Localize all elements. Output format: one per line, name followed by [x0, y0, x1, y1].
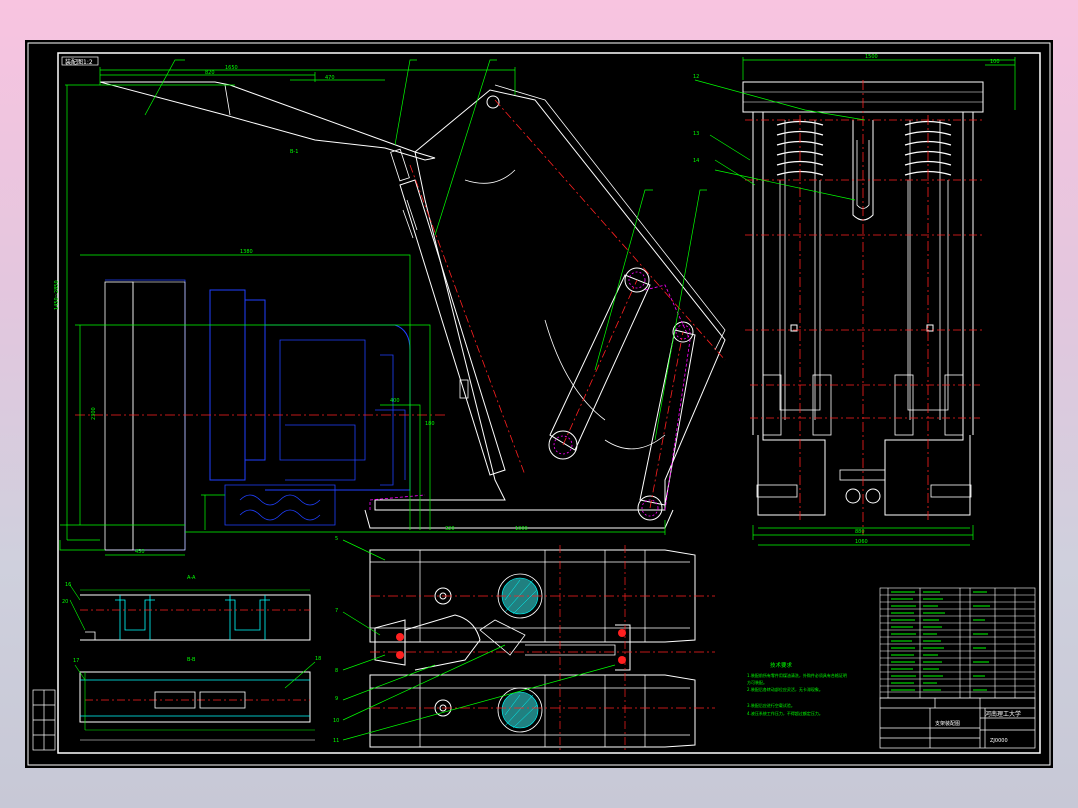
parts-list [879, 587, 1036, 699]
outer-frame [27, 42, 1051, 766]
svg-text:16: 16 [65, 582, 71, 588]
svg-text:1450~2850: 1450~2850 [54, 280, 60, 310]
left-strip [32, 689, 56, 751]
svg-text:10: 10 [333, 718, 339, 724]
svg-text:12: 12 [693, 74, 699, 80]
tech-req-line-5: 4.液压系统工作压力，不得超过额定压力。 [747, 710, 823, 716]
svg-text:7: 7 [335, 608, 338, 614]
svg-text:20: 20 [62, 599, 68, 605]
svg-text:820: 820 [205, 70, 215, 76]
svg-text:8: 8 [335, 668, 338, 674]
svg-text:880: 880 [855, 529, 865, 535]
section-aa: A-A [69, 575, 311, 641]
svg-text:11: 11 [333, 738, 339, 744]
drawing-canvas: 装配图1:2 1650 820 470 B-1 1380 1450~2850 2… [27, 42, 1051, 766]
main-view-dim-text: 1650 820 470 B-1 1380 1450~2850 2300 400… [54, 65, 528, 555]
technical-requirements: 技术要求 1.装配前所有零件用煤油清洗，外购件必须具有合格证明 方可装配。 2.… [747, 661, 847, 716]
section-bb: B-B [74, 657, 316, 741]
front-view [742, 80, 985, 535]
svg-text:13: 13 [693, 131, 699, 137]
svg-text:5: 5 [335, 536, 338, 542]
svg-text:320: 320 [445, 526, 455, 532]
svg-text:17: 17 [73, 658, 79, 664]
svg-text:470: 470 [325, 75, 335, 81]
svg-text:18: 18 [315, 656, 321, 662]
svg-text:B-1: B-1 [290, 149, 298, 155]
svg-text:1500: 1500 [865, 54, 878, 60]
plan-view [369, 545, 715, 750]
svg-text:400: 400 [390, 398, 400, 404]
svg-text:1650: 1650 [225, 65, 238, 71]
parts-list-fill [891, 591, 990, 691]
corner-label: 装配图1:2 [61, 56, 99, 66]
plan-view-leaders [342, 539, 616, 741]
tech-req-heading: 技术要求 [770, 661, 793, 669]
section-bb-numbers: 17 18 [73, 656, 321, 664]
cad-viewport[interactable]: 装配图1:2 1650 820 470 B-1 1380 1450~2850 2… [25, 40, 1053, 768]
plan-view-numbers: 5 7 8 9 10 11 [333, 536, 339, 744]
svg-text:100: 100 [990, 59, 1000, 65]
tech-req-line-4: 3.装配后应进行空载试验。 [747, 702, 795, 708]
section-bb-label: B-B [187, 657, 196, 663]
main-side-view [75, 81, 726, 551]
section-aa-numbers: 16 20 [62, 582, 71, 605]
svg-text:180: 180 [425, 421, 435, 427]
svg-text:1000: 1000 [515, 526, 528, 532]
svg-text:14: 14 [693, 158, 699, 164]
title-drawing-name: 支架装配图 [935, 720, 960, 727]
front-view-dimensions [694, 57, 1016, 546]
front-view-dim-text: 1500 100 880 1060 12 13 14 [693, 54, 1000, 545]
title-block-text: 河南理工大学 支架装配图 ZJ0000 [935, 710, 1021, 744]
tech-req-line-1: 1.装配前所有零件用煤油清洗，外购件必须具有合格证明 [747, 672, 847, 678]
svg-text:1060: 1060 [855, 539, 868, 545]
tech-req-line-3: 2.装配后各转动部位应灵活，无卡滞现象。 [747, 686, 823, 692]
svg-text:450: 450 [135, 549, 145, 555]
title-code: ZJ0000 [990, 738, 1008, 744]
svg-text:1380: 1380 [240, 249, 253, 255]
title-school: 河南理工大学 [985, 710, 1021, 718]
svg-text:装配图1:2: 装配图1:2 [65, 58, 93, 66]
svg-text:9: 9 [335, 696, 338, 702]
section-aa-label: A-A [187, 575, 196, 581]
tech-req-line-2: 方可装配。 [747, 679, 767, 685]
svg-text:2300: 2300 [91, 407, 97, 420]
